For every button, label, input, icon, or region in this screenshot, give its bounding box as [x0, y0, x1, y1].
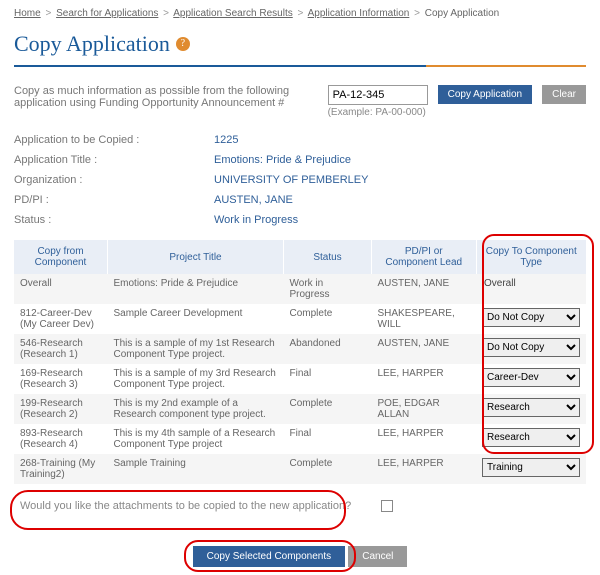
table-cell: Overall — [14, 274, 108, 304]
copy-to-select[interactable]: Do Not Copy — [482, 338, 580, 357]
copy-to-select[interactable]: Research — [482, 428, 580, 447]
table-cell: LEE, HARPER — [372, 364, 477, 394]
components-table: Copy from Component Project Title Status… — [14, 240, 586, 484]
info-value: Work in Progress — [214, 214, 586, 226]
table-cell: SHAKESPEARE, WILL — [372, 304, 477, 334]
table-cell: 546-Research (Research 1) — [14, 334, 108, 364]
page-title-text: Copy Application — [14, 31, 170, 57]
breadcrumb-current: Copy Application — [425, 8, 500, 19]
application-info: Application to be Copied : 1225 Applicat… — [14, 134, 586, 226]
info-label: Organization : — [14, 174, 214, 186]
chevron-right-icon: > — [414, 8, 420, 19]
table-cell: AUSTEN, JANE — [372, 274, 477, 304]
table-cell: 169-Research (Research 3) — [14, 364, 108, 394]
table-cell: This is a sample of my 3rd Research Comp… — [108, 364, 284, 394]
table-cell: Abandoned — [284, 334, 372, 364]
copy-to-select[interactable]: Do Not Copy — [482, 308, 580, 327]
table-cell: Final — [284, 424, 372, 454]
info-label: PD/PI : — [14, 194, 214, 206]
breadcrumb-link[interactable]: Home — [14, 8, 41, 19]
table-row: 199-Research (Research 2)This is my 2nd … — [14, 394, 586, 424]
table-cell: LEE, HARPER — [372, 424, 477, 454]
breadcrumb-link[interactable]: Application Search Results — [173, 8, 293, 19]
table-cell: Sample Career Development — [108, 304, 284, 334]
help-icon[interactable]: ? — [176, 37, 190, 51]
table-cell: This is a sample of my 1st Research Comp… — [108, 334, 284, 364]
info-value: AUSTEN, JANE — [214, 194, 586, 206]
col-status: Status — [284, 240, 372, 274]
table-cell: 893-Research (Research 4) — [14, 424, 108, 454]
breadcrumb-link[interactable]: Application Information — [308, 8, 410, 19]
table-cell: Complete — [284, 304, 372, 334]
cancel-button[interactable]: Cancel — [348, 546, 407, 567]
copy-to-select[interactable]: Career-Dev — [482, 368, 580, 387]
table-row: OverallEmotions: Pride & PrejudiceWork i… — [14, 274, 586, 304]
chevron-right-icon: > — [163, 8, 169, 19]
table-cell: 199-Research (Research 2) — [14, 394, 108, 424]
table-cell: Final — [284, 364, 372, 394]
table-cell: Complete — [284, 454, 372, 484]
copy-to-static: Overall — [476, 274, 586, 304]
col-copy-from: Copy from Component — [14, 240, 108, 274]
col-pdpi: PD/PI or Component Lead — [372, 240, 477, 274]
divider — [14, 65, 586, 67]
table-cell: 268-Training (My Training2) — [14, 454, 108, 484]
col-project-title: Project Title — [108, 240, 284, 274]
copy-to-select[interactable]: Training — [482, 458, 580, 477]
chevron-right-icon: > — [45, 8, 51, 19]
chevron-right-icon: > — [298, 8, 304, 19]
info-label: Application Title : — [14, 154, 214, 166]
table-row: 268-Training (My Training2)Sample Traini… — [14, 454, 586, 484]
table-row: 546-Research (Research 1)This is a sampl… — [14, 334, 586, 364]
breadcrumb: Home > Search for Applications > Applica… — [14, 8, 586, 19]
info-value: Emotions: Pride & Prejudice — [214, 154, 586, 166]
copy-selected-components-button[interactable]: Copy Selected Components — [193, 546, 346, 567]
table-cell: POE, EDGAR ALLAN — [372, 394, 477, 424]
table-row: 812-Career-Dev (My Career Dev)Sample Car… — [14, 304, 586, 334]
table-row: 893-Research (Research 4)This is my 4th … — [14, 424, 586, 454]
table-cell: This is my 4th sample of a Research Comp… — [108, 424, 284, 454]
info-value: UNIVERSITY OF PEMBERLEY — [214, 174, 586, 186]
foa-input[interactable] — [328, 85, 428, 105]
copy-to-select[interactable]: Research — [482, 398, 580, 417]
table-cell: Work in Progress — [284, 274, 372, 304]
table-cell: LEE, HARPER — [372, 454, 477, 484]
table-row: 169-Research (Research 3)This is a sampl… — [14, 364, 586, 394]
table-cell: Sample Training — [108, 454, 284, 484]
info-label: Status : — [14, 214, 214, 226]
table-cell: 812-Career-Dev (My Career Dev) — [14, 304, 108, 334]
attachments-checkbox[interactable] — [381, 500, 393, 512]
page-title: Copy Application ? — [14, 31, 586, 57]
col-copy-to: Copy To Component Type — [476, 240, 586, 274]
attachments-question: Would you like the attachments to be cop… — [20, 500, 351, 512]
foa-example: (Example: PA-00-000) — [328, 107, 428, 118]
info-value: 1225 — [214, 134, 586, 146]
table-cell: This is my 2nd example of a Research com… — [108, 394, 284, 424]
copy-description: Copy as much information as possible fro… — [14, 85, 318, 109]
info-label: Application to be Copied : — [14, 134, 214, 146]
breadcrumb-link[interactable]: Search for Applications — [56, 8, 158, 19]
table-cell: Complete — [284, 394, 372, 424]
table-cell: Emotions: Pride & Prejudice — [108, 274, 284, 304]
copy-application-button[interactable]: Copy Application — [438, 85, 533, 104]
clear-button[interactable]: Clear — [542, 85, 586, 104]
table-cell: AUSTEN, JANE — [372, 334, 477, 364]
